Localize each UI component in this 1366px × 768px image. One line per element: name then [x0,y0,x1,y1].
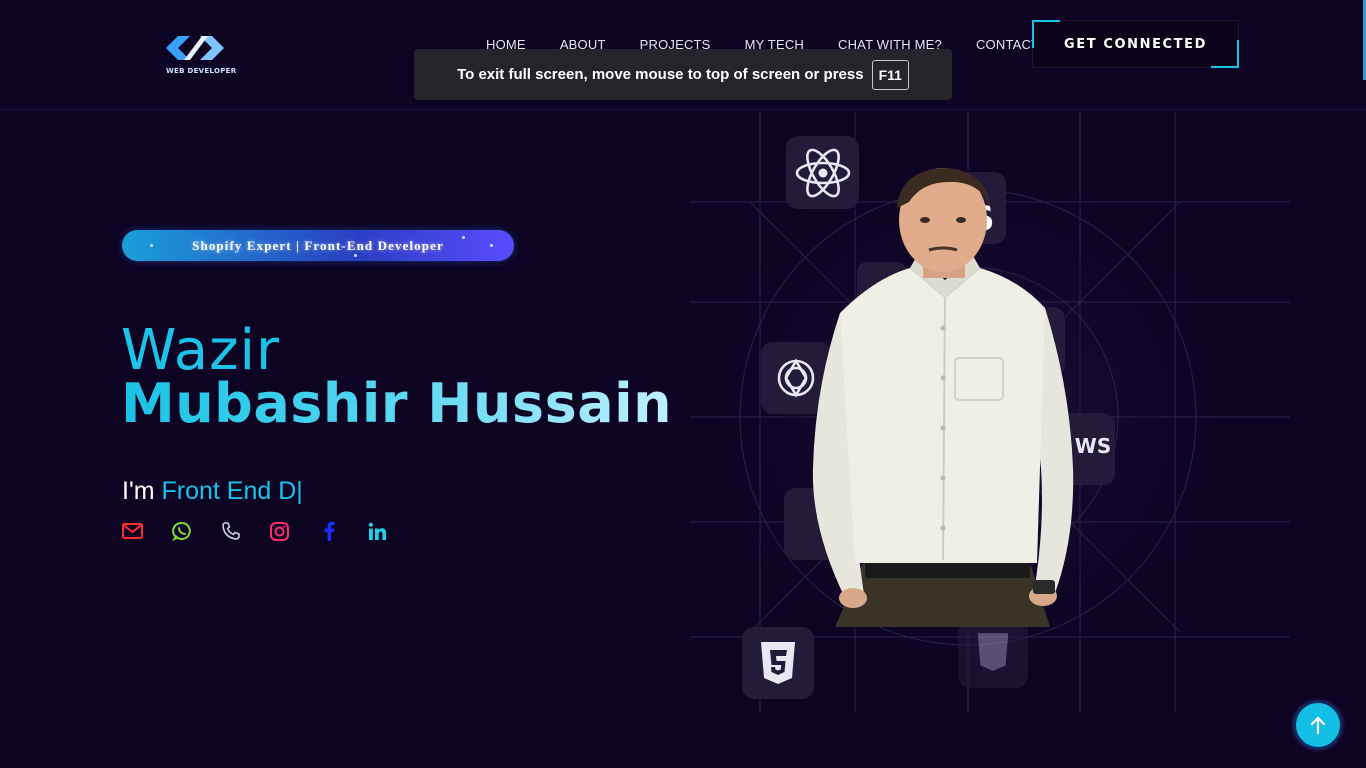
phone-icon[interactable] [220,520,241,542]
profile-photo [812,168,1074,627]
social-links [122,520,388,542]
sparkle-icon [150,244,153,247]
fullscreen-notice: To exit full screen, move mouse to top o… [414,49,952,100]
hero-last-name: Mubashir Hussain [121,372,673,435]
role-badge: Shopify Expert | Front-End Developer [122,230,514,261]
f11-key: F11 [871,59,909,90]
logo-mark-icon [166,36,224,60]
mail-icon[interactable] [122,520,143,542]
linkedin-icon[interactable] [367,520,388,542]
corner-accent [1032,20,1060,48]
nav-contact[interactable]: CONTACT [976,37,1039,64]
corner-accent [1211,40,1239,68]
sparkle-icon [490,244,493,247]
sparkle-icon [462,236,465,239]
get-connected-label: GET CONNECTED [1063,36,1208,52]
scroll-to-top-button[interactable] [1293,700,1343,750]
typing-role: Front End D| [161,477,303,505]
site-logo[interactable]: WEB DEVELOPER [160,32,240,80]
fullscreen-notice-text: To exit full screen, move mouse to top o… [457,66,864,83]
logo-text: WEB DEVELOPER [166,67,237,75]
role-badge-text: Shopify Expert | Front-End Developer [192,237,444,253]
arrow-up-icon [1310,716,1326,734]
facebook-icon[interactable] [318,520,339,542]
whatsapp-icon[interactable] [171,520,192,542]
sparkle-icon [354,254,357,257]
get-connected-button[interactable]: GET CONNECTED [1032,20,1239,68]
instagram-icon[interactable] [269,520,290,542]
aws-label: WS [1074,434,1112,458]
css3-icon [742,627,814,699]
typing-line: I'm Front End D| [122,477,303,506]
typing-prefix: I'm [122,477,155,505]
